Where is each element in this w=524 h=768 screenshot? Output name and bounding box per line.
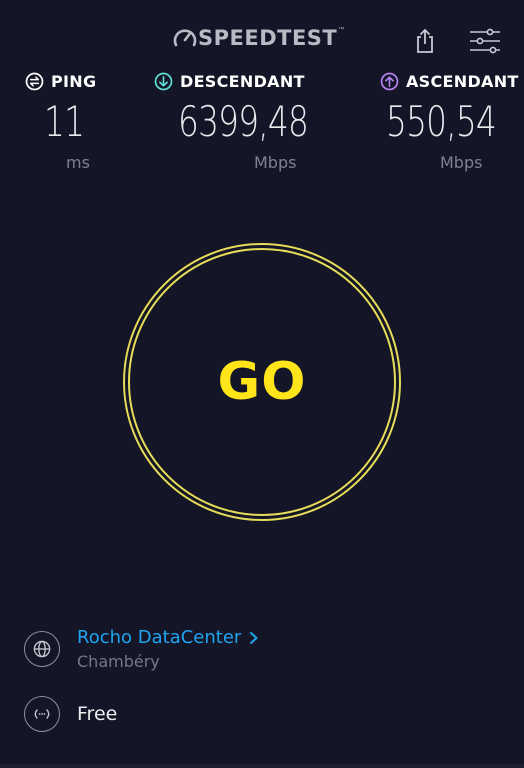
download-value: 6399,48 [178,97,309,146]
provider-row: Free [24,696,117,732]
ping-value: 11 [44,97,85,146]
settings-button[interactable] [468,24,502,58]
upload-label: ASCENDANT [406,72,519,91]
speedometer-icon [173,29,197,47]
ping-unit: ms [66,153,90,172]
server-city: Chambéry [77,652,160,671]
share-button[interactable] [408,24,442,58]
go-button[interactable]: GO [123,243,401,521]
header-bar: SPEEDTEST ™ [0,24,524,58]
server-row[interactable]: Rocho DataCenter Chambéry [24,627,261,671]
logo-text: SPEEDTEST [198,26,338,50]
logo-trademark: ™ [338,27,345,33]
settings-sliders-icon [470,28,500,54]
globe-icon [24,631,60,667]
go-label[interactable]: GO [123,243,401,521]
download-unit: Mbps [254,153,297,172]
upload-value: 550,54 [386,97,497,146]
ping-metric: PING [25,72,96,91]
server-name[interactable]: Rocho DataCenter [77,627,241,648]
upload-unit: Mbps [440,153,483,172]
download-metric: DESCENDANT [154,72,305,91]
download-arrow-icon [154,72,173,91]
server-name-link[interactable]: Rocho DataCenter [77,627,261,648]
upload-arrow-icon [380,72,399,91]
bottom-divider [0,764,524,768]
speedtest-logo: SPEEDTEST ™ [172,26,344,50]
chevron-right-icon [250,631,258,644]
provider-name: Free [77,703,118,725]
download-label: DESCENDANT [180,72,305,91]
share-icon [417,28,433,53]
speedtest-app: SPEEDTEST ™ PING 11 ms DESCENDANT 6399,4… [0,0,524,768]
upload-metric: ASCENDANT [380,72,519,91]
ping-label: PING [51,72,97,91]
connection-icon [24,696,60,732]
ping-icon [25,72,44,91]
